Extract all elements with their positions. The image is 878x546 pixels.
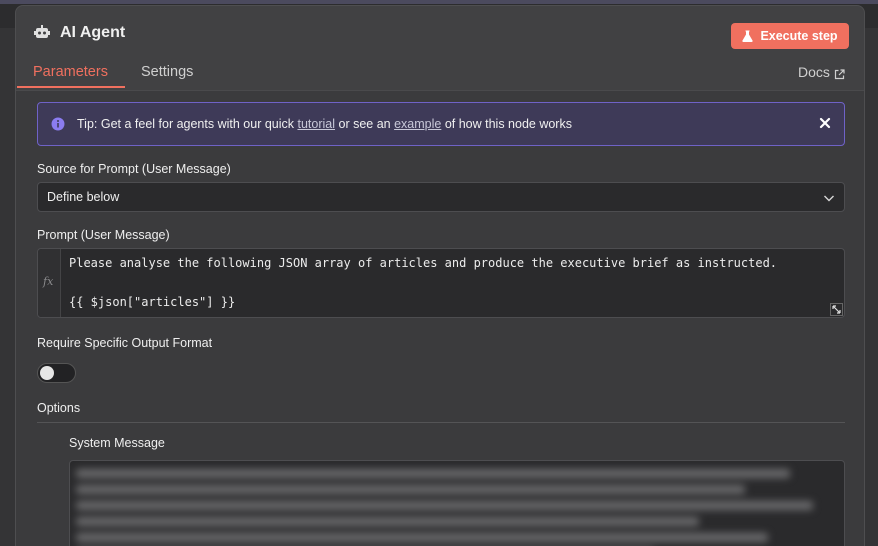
parameters-content: Tip: Get a feel for agents with our quic… [16,90,864,546]
docs-link[interactable]: Docs [798,64,845,80]
node-panel: AI Agent Execute step Parameters Setting… [15,5,865,546]
output-format-label: Require Specific Output Format [37,336,213,350]
tab-parameters[interactable]: Parameters [33,64,108,80]
prompt-text-line-2: {{ $json["articles"] }} [69,295,236,309]
chevron-down-icon [823,192,835,202]
options-divider [37,422,845,423]
prompt-editor[interactable]: fx Please analyse the following JSON arr… [37,248,845,318]
fx-icon: fx [43,275,54,288]
options-heading: Options [37,401,81,415]
prompt-label: Prompt (User Message) [37,228,170,242]
flask-icon [742,30,754,43]
execute-step-button[interactable]: Execute step [731,23,849,49]
source-prompt-label: Source for Prompt (User Message) [37,162,231,176]
execute-step-label: Execute step [760,29,838,43]
blurred-system-message [76,469,836,546]
node-title: AI Agent [60,24,126,41]
panel-header: AI Agent Execute step Parameters Setting… [16,6,864,90]
system-message-editor[interactable] [69,460,845,546]
tip-text: Tip: Get a feel for agents with our quic… [77,117,572,131]
docs-label: Docs [798,64,830,80]
tip-middle: or see an [335,117,395,131]
tutorial-link[interactable]: tutorial [297,117,335,131]
info-icon [51,117,65,131]
example-link[interactable]: example [394,117,441,131]
output-format-toggle[interactable] [37,363,76,383]
toggle-knob [40,366,54,380]
close-icon[interactable] [818,116,832,130]
external-link-icon [834,67,845,79]
title-row: AI Agent [33,24,125,42]
tip-prefix: Tip: Get a feel for agents with our quic… [77,117,298,131]
tab-settings[interactable]: Settings [141,64,193,80]
active-tab-indicator [17,86,125,88]
source-prompt-value: Define below [47,190,120,204]
expand-icon[interactable] [830,303,843,316]
prompt-text-line-1: Please analyse the following JSON array … [69,256,778,270]
source-prompt-select[interactable]: Define below [37,182,845,212]
system-message-label: System Message [69,436,165,450]
robot-icon [33,24,51,42]
tip-banner: Tip: Get a feel for agents with our quic… [37,102,845,146]
expression-gutter: fx [38,249,61,317]
tip-suffix: of how this node works [441,117,572,131]
